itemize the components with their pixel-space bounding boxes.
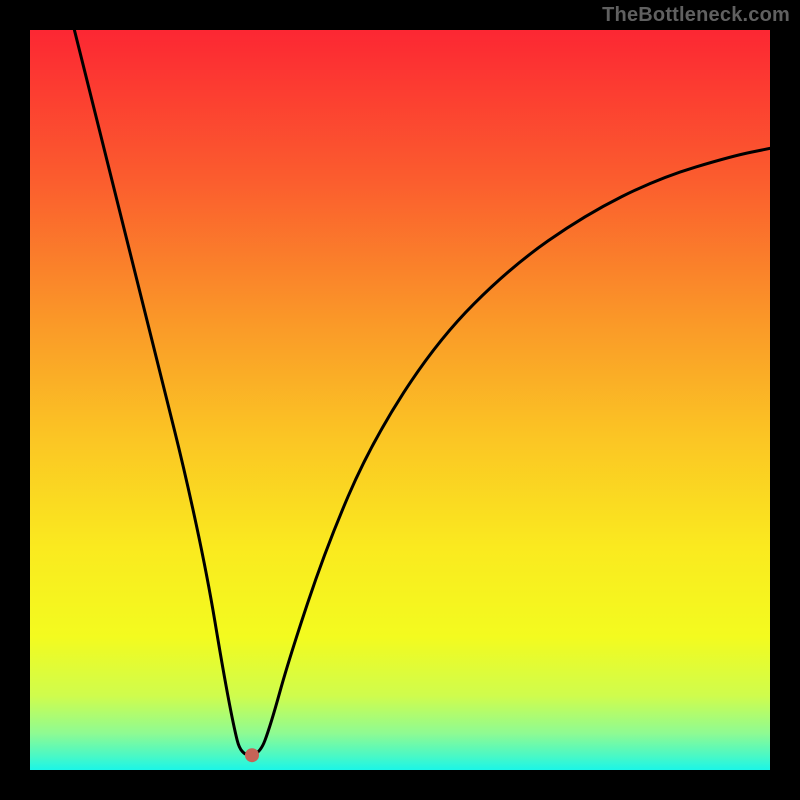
plot-area xyxy=(30,30,770,770)
marker-dot xyxy=(245,748,259,762)
watermark-text: TheBottleneck.com xyxy=(602,4,790,27)
chart-svg xyxy=(30,30,770,770)
chart-frame: TheBottleneck.com xyxy=(0,0,800,800)
